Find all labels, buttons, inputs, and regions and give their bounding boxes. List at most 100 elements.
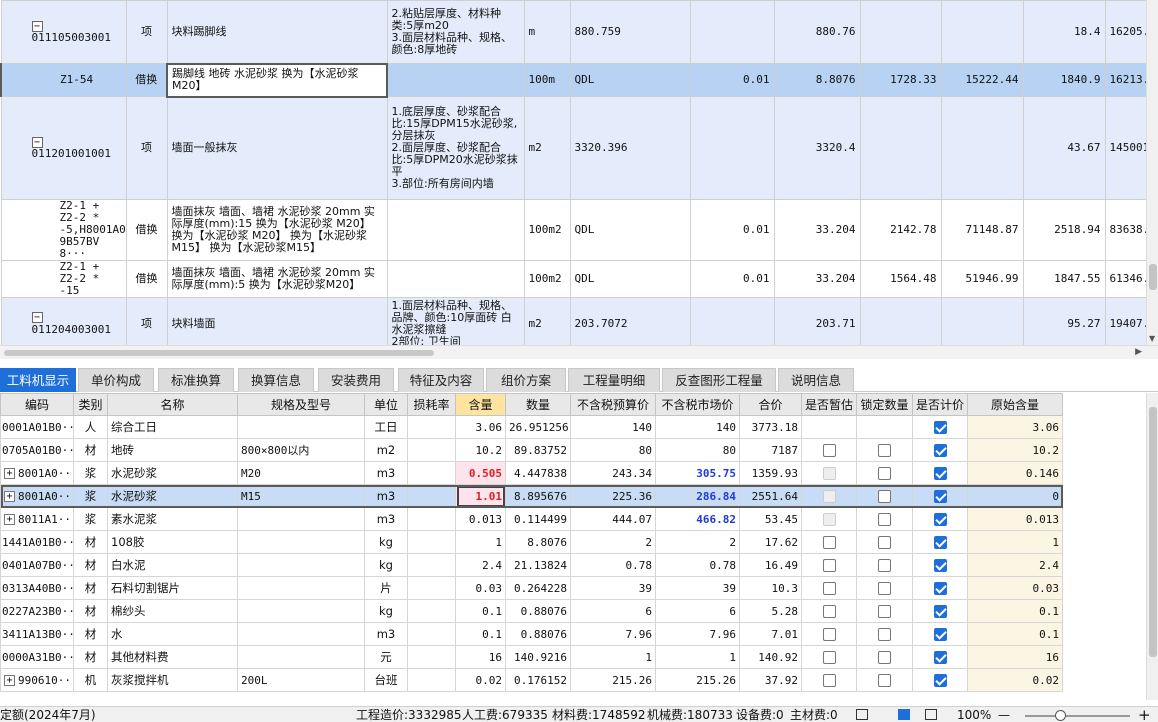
coef-cell[interactable]: 0.01 bbox=[689, 260, 775, 298]
feature-cell[interactable] bbox=[386, 199, 525, 261]
content-cell[interactable]: 10.2 bbox=[455, 438, 506, 462]
unit-price-cell[interactable]: 1728.33 bbox=[859, 63, 942, 97]
total-price-cell[interactable]: 5.28 bbox=[739, 599, 802, 623]
name-cell[interactable]: 块料墙面 bbox=[166, 297, 388, 345]
name-cell[interactable]: 踢脚线 地砖 水泥砂浆 换为【水泥砂浆 M20】 bbox=[166, 62, 388, 98]
expr-cell[interactable]: 880.759 bbox=[569, 0, 691, 64]
tab-0[interactable]: 工料机显示 bbox=[0, 368, 76, 392]
count-price-checkbox[interactable] bbox=[933, 444, 947, 457]
column-header[interactable]: 编码 bbox=[0, 393, 74, 416]
loss-rate-cell[interactable] bbox=[407, 461, 456, 485]
total-price-cell[interactable]: 71148.87 bbox=[940, 199, 1024, 261]
qty-cell[interactable]: 33.204 bbox=[773, 199, 861, 261]
column-header[interactable]: 单位 bbox=[364, 393, 408, 416]
budget-price-cell[interactable]: 0.78 bbox=[570, 553, 656, 577]
provisional-cell[interactable] bbox=[801, 599, 857, 623]
budget-price-cell[interactable]: 1 bbox=[570, 645, 656, 669]
spec-cell[interactable] bbox=[237, 622, 365, 646]
lock-qty-checkbox[interactable] bbox=[878, 536, 891, 549]
expr-cell[interactable]: 203.7072 bbox=[569, 297, 691, 345]
lock-qty-checkbox[interactable] bbox=[878, 605, 891, 618]
count-price-checkbox[interactable] bbox=[933, 467, 947, 480]
total-price-cell[interactable]: 17.62 bbox=[739, 530, 802, 554]
name-cell[interactable]: 灰浆搅拌机 bbox=[107, 668, 238, 692]
resource-row[interactable]: +990610··· 机灰浆搅拌机 200L 台班 0.02 0.176152 215.26… bbox=[0, 668, 1063, 692]
unit-cell[interactable]: m3 bbox=[364, 622, 408, 646]
top-vertical-scrollbar[interactable]: ▼ bbox=[1146, 0, 1158, 345]
feature-cell[interactable] bbox=[386, 63, 525, 97]
resource-row[interactable]: 0001A01B0···人综合工日工日3.0626.95125614014037… bbox=[0, 415, 1063, 439]
lock-qty-checkbox[interactable] bbox=[878, 628, 891, 641]
feature-cell[interactable]: 2.粘贴层厚度、材料种类:5厚m20 3.面层材料品种、规格、颜色:8厚地砖 bbox=[386, 0, 525, 64]
code-cell[interactable]: Z2-1 + Z2-2 * -15 bbox=[0, 260, 127, 298]
loss-rate-cell[interactable] bbox=[407, 645, 456, 669]
total-price-cell[interactable] bbox=[940, 96, 1024, 200]
quantity-cell[interactable]: 140.9216 bbox=[505, 645, 571, 669]
content-cell[interactable]: 0.02 bbox=[455, 668, 506, 692]
unit-cell[interactable]: kg bbox=[364, 530, 408, 554]
qty-cell[interactable]: 8.8076 bbox=[773, 63, 861, 97]
content-cell[interactable]: 16 bbox=[455, 645, 506, 669]
code-cell[interactable]: +8001A0··· bbox=[0, 484, 74, 508]
lock-qty-cell[interactable] bbox=[856, 484, 913, 508]
name-cell[interactable]: 块料踢脚线 bbox=[166, 0, 388, 64]
lock-qty-cell[interactable] bbox=[856, 415, 913, 439]
column-header[interactable]: 不含税市场价 bbox=[655, 393, 740, 416]
lock-qty-cell[interactable] bbox=[856, 645, 913, 669]
count-price-checkbox[interactable] bbox=[933, 490, 947, 503]
lock-qty-checkbox[interactable] bbox=[878, 490, 891, 503]
zoom-in-button[interactable]: + bbox=[1138, 707, 1151, 722]
kind-cell[interactable]: 借换 bbox=[125, 199, 168, 261]
comp-price-cell[interactable]: 95.27 bbox=[1022, 297, 1106, 345]
count-price-checkbox[interactable] bbox=[933, 559, 947, 572]
market-price-cell[interactable]: 1 bbox=[655, 645, 740, 669]
count-price-cell[interactable] bbox=[912, 576, 968, 600]
expand-toggle[interactable]: + bbox=[4, 514, 15, 525]
quantity-cell[interactable]: 26.951256 bbox=[505, 415, 571, 439]
count-price-checkbox[interactable] bbox=[933, 513, 947, 526]
unit-cell[interactable]: kg bbox=[364, 553, 408, 577]
unit-cell[interactable]: m3 bbox=[364, 507, 408, 531]
lock-qty-checkbox[interactable] bbox=[878, 674, 891, 687]
spec-cell[interactable]: M20 bbox=[237, 461, 365, 485]
name-cell[interactable]: 108胶 bbox=[107, 530, 238, 554]
column-header[interactable]: 原始含量 bbox=[967, 393, 1063, 416]
market-price-cell[interactable]: 466.82 bbox=[655, 507, 740, 531]
loss-rate-cell[interactable] bbox=[407, 553, 456, 577]
lock-qty-cell[interactable] bbox=[856, 576, 913, 600]
budget-price-cell[interactable]: 243.34 bbox=[570, 461, 656, 485]
resource-row[interactable]: 3411A13B0···材水m30.10.880767.967.967.010.… bbox=[0, 622, 1063, 646]
column-header[interactable]: 数量 bbox=[505, 393, 571, 416]
comp-total-cell[interactable]: 61346.05 bbox=[1104, 260, 1148, 298]
feature-cell[interactable]: 1.面层材料品种、规格、品牌、颜色:10厚面砖 白水泥浆擦缝 2部位: 卫生间 bbox=[386, 297, 525, 345]
resource-row[interactable]: +8011A1··· 浆素水泥浆 m3 0.013 0.114499 444.07 466.… bbox=[0, 507, 1063, 531]
comp-total-cell[interactable]: 16205.98 bbox=[1104, 0, 1148, 64]
unit-cell[interactable]: m2 bbox=[364, 438, 408, 462]
unit-price-cell[interactable]: 2142.78 bbox=[859, 199, 942, 261]
count-price-cell[interactable] bbox=[912, 461, 968, 485]
expand-toggle[interactable]: + bbox=[4, 468, 15, 479]
quantity-cell[interactable]: 0.88076 bbox=[505, 599, 571, 623]
total-price-cell[interactable]: 7187 bbox=[739, 438, 802, 462]
provisional-cell[interactable] bbox=[801, 553, 857, 577]
provisional-checkbox[interactable] bbox=[822, 582, 836, 595]
bill-row[interactable]: Z1-54 借换 踢脚线 地砖 水泥砂浆 换为【水泥砂浆 M20】 100m QDL 0.… bbox=[0, 62, 1148, 98]
count-price-cell[interactable] bbox=[912, 599, 968, 623]
code-cell[interactable]: −011204003001 bbox=[0, 297, 127, 345]
budget-price-cell[interactable]: 140 bbox=[570, 415, 656, 439]
provisional-cell[interactable] bbox=[801, 530, 857, 554]
comp-price-cell[interactable]: 43.67 bbox=[1022, 96, 1106, 200]
tab-5[interactable]: 特征及内容 bbox=[398, 368, 484, 392]
unit-cell[interactable]: m3 bbox=[364, 484, 408, 508]
comp-total-cell[interactable]: 16213.91 bbox=[1104, 63, 1148, 97]
count-price-checkbox[interactable] bbox=[933, 536, 947, 549]
count-price-checkbox[interactable] bbox=[933, 674, 947, 687]
column-header[interactable]: 含量 bbox=[455, 393, 506, 416]
unit-cell[interactable]: 100m2 bbox=[523, 199, 571, 261]
market-price-cell[interactable]: 215.26 bbox=[655, 668, 740, 692]
original-content-cell[interactable]: 0.03 bbox=[967, 576, 1063, 600]
unit-price-cell[interactable] bbox=[859, 297, 942, 345]
column-header[interactable]: 类别 bbox=[73, 393, 108, 416]
unit-cell[interactable]: m2 bbox=[523, 96, 571, 200]
code-cell[interactable]: +8001A0··· bbox=[0, 461, 74, 485]
